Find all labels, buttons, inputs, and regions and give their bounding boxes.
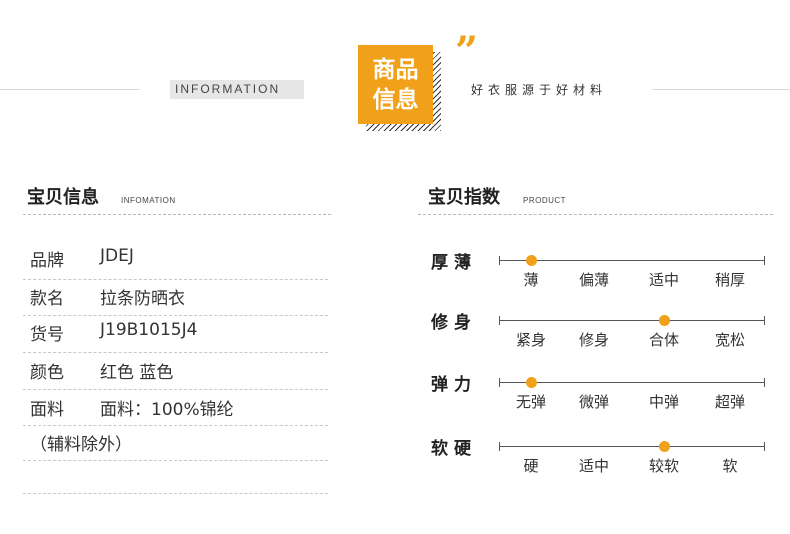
- row-key-brand: 品牌: [30, 251, 64, 271]
- left-section-title: 宝贝信息: [27, 187, 99, 208]
- index-option: 稍厚: [714, 271, 745, 289]
- index-label: 弹力: [431, 375, 477, 395]
- fabric-note: （辅料除外）: [30, 435, 132, 455]
- index-track-endcap: [499, 378, 500, 387]
- slogan: 好衣服源于好材料: [471, 83, 608, 97]
- index-option: 超弹: [714, 393, 745, 411]
- header-line-right: [652, 89, 790, 90]
- row-key-style: 款名: [30, 289, 64, 309]
- index-track-endcap: [499, 316, 500, 325]
- index-track-endcap: [499, 442, 500, 451]
- row-separator: [23, 460, 328, 461]
- index-track: [499, 446, 764, 447]
- badge-line-1: 商品: [372, 56, 419, 83]
- index-option: 紧身: [515, 331, 546, 349]
- index-track: [499, 320, 764, 321]
- index-option: 中弹: [648, 393, 679, 411]
- row-value-brand: JDEJ: [100, 246, 134, 266]
- row-separator: [23, 425, 328, 426]
- index-track-endcap: [764, 442, 765, 451]
- index-option: 偏薄: [578, 271, 609, 289]
- row-separator: [23, 315, 328, 316]
- product-info-badge: 商品 信息: [358, 45, 433, 124]
- index-label: 修身: [431, 313, 477, 333]
- row-value-color: 红色 蓝色: [100, 363, 174, 383]
- index-track-endcap: [764, 378, 765, 387]
- index-track: [499, 382, 764, 383]
- row-key-color: 颜色: [30, 363, 64, 383]
- right-section-title: 宝贝指数: [428, 187, 500, 208]
- index-option: 较软: [648, 457, 679, 475]
- index-selected-marker: [659, 315, 670, 326]
- badge-line-2: 信息: [372, 86, 419, 113]
- index-option: 修身: [578, 331, 609, 349]
- index-option: 合体: [648, 331, 679, 349]
- index-option: 软: [722, 457, 738, 475]
- left-section-subtitle: INFOMATION: [121, 196, 176, 205]
- index-track-endcap: [499, 256, 500, 265]
- row-separator: [23, 493, 328, 494]
- information-tag: INFORMATION: [170, 80, 304, 99]
- row-key-fabric: 面料: [30, 400, 64, 420]
- index-track-endcap: [764, 256, 765, 265]
- right-section-divider: [418, 214, 773, 215]
- index-label: 软硬: [431, 439, 477, 459]
- index-track-endcap: [764, 316, 765, 325]
- index-selected-marker: [526, 255, 537, 266]
- index-option: 无弹: [515, 393, 546, 411]
- row-key-item-number: 货号: [30, 325, 64, 345]
- header-line-left: [0, 89, 140, 90]
- row-separator: [23, 279, 328, 280]
- quote-mark-icon: ”: [455, 28, 479, 75]
- index-option: 微弹: [578, 393, 609, 411]
- row-value-fabric: 面料：100%锦纶: [100, 400, 234, 420]
- index-option: 薄: [523, 271, 539, 289]
- left-section-divider: [23, 214, 331, 215]
- row-value-style: 拉条防晒衣: [100, 289, 185, 309]
- index-track: [499, 260, 764, 261]
- right-section-subtitle: PRODUCT: [523, 196, 567, 205]
- index-option: 宽松: [714, 331, 745, 349]
- index-option: 适中: [578, 457, 609, 475]
- row-separator: [23, 352, 328, 353]
- index-option: 硬: [523, 457, 539, 475]
- index-selected-marker: [526, 377, 537, 388]
- index-selected-marker: [659, 441, 670, 452]
- index-label: 厚薄: [431, 253, 477, 273]
- index-option: 适中: [648, 271, 679, 289]
- row-value-item-number: J19B1015J4: [100, 320, 198, 340]
- row-separator: [23, 389, 328, 390]
